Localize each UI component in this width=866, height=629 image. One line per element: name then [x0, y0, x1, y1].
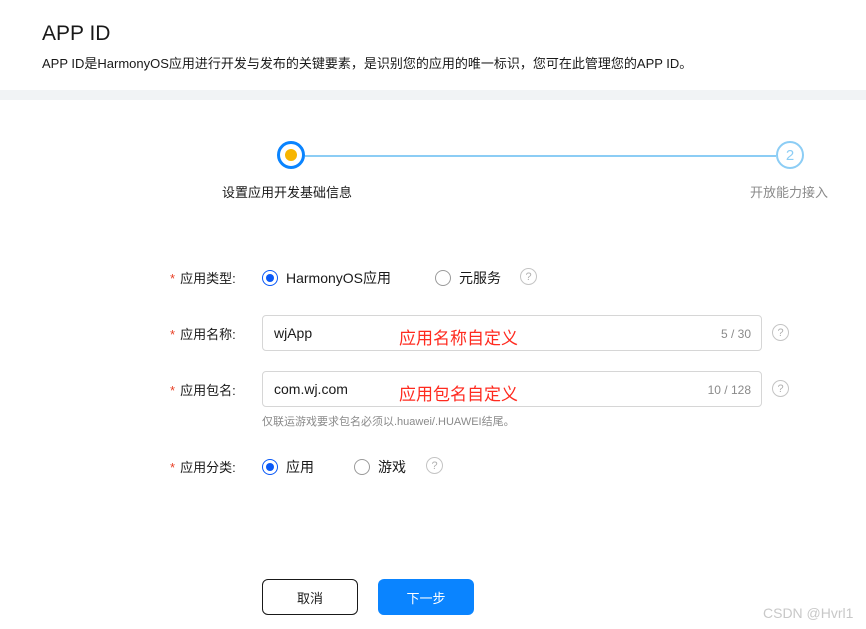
radio-unchecked-icon [435, 270, 451, 286]
question-mark-icon[interactable]: ? [772, 380, 789, 397]
radio-checked-icon [262, 270, 278, 286]
package-name-value: com.wj.com [274, 381, 348, 397]
app-type-harmonyos-radio[interactable]: HarmonyOS应用 [262, 268, 391, 288]
required-mark: * [170, 327, 176, 342]
step-1-label: 设置应用开发基础信息 [222, 185, 353, 200]
step-current-dot [285, 149, 297, 161]
page-description: APP ID是HarmonyOS应用进行开发与发布的关键要素，是识别您的应用的唯… [42, 56, 693, 71]
app-type-harmonyos-label: HarmonyOS应用 [286, 270, 392, 286]
app-name-label-text: 应用名称: [180, 327, 236, 342]
app-category-app-label: 应用 [286, 459, 314, 475]
app-name-value: wjApp [274, 325, 313, 341]
package-name-label: * 应用包名: [170, 380, 236, 399]
package-name-annotation: 应用包名自定义 [399, 385, 518, 404]
page-title: APP ID [42, 22, 111, 45]
package-name-char-counter: 10 / 128 [707, 383, 751, 397]
app-name-char-counter: 5 / 30 [720, 327, 751, 341]
step-connector-line [305, 155, 776, 157]
app-type-label: * 应用类型: [170, 268, 236, 287]
app-type-atomic-service-radio[interactable]: 元服务 [435, 268, 501, 288]
step-2-indicator: 2 [776, 141, 804, 169]
app-category-label: * 应用分类: [170, 457, 236, 476]
package-name-input[interactable]: com.wj.com 应用包名自定义 10 / 128 [262, 371, 762, 407]
app-name-annotation: 应用名称自定义 [399, 329, 518, 348]
form-card [0, 100, 866, 629]
app-category-game-label: 游戏 [378, 459, 406, 475]
required-mark: * [170, 271, 176, 286]
app-category-label-text: 应用分类: [180, 460, 236, 475]
required-mark: * [170, 460, 176, 475]
app-category-app-radio[interactable]: 应用 [262, 457, 314, 477]
watermark: CSDN @Hvrl1 [763, 605, 854, 621]
required-mark: * [170, 383, 176, 398]
app-type-label-text: 应用类型: [180, 271, 236, 286]
app-type-atomic-service-label: 元服务 [459, 270, 501, 286]
package-name-label-text: 应用包名: [180, 383, 236, 398]
step-2-number: 2 [785, 146, 795, 164]
cancel-button[interactable]: 取消 [262, 579, 358, 615]
question-mark-icon[interactable]: ? [520, 268, 537, 285]
radio-checked-icon [262, 459, 278, 475]
package-name-hint: 仅联运游戏要求包名必须以.huawei/.HUAWEI结尾。 [262, 416, 515, 428]
step-1-indicator [277, 141, 305, 169]
app-category-game-radio[interactable]: 游戏 [354, 457, 406, 477]
question-mark-icon[interactable]: ? [426, 457, 443, 474]
next-step-button[interactable]: 下一步 [378, 579, 474, 615]
radio-unchecked-icon [354, 459, 370, 475]
step-2-label: 开放能力接入 [750, 185, 829, 200]
app-name-label: * 应用名称: [170, 324, 236, 343]
app-name-input[interactable]: wjApp 应用名称自定义 5 / 30 [262, 315, 762, 351]
page-header: APP ID APP ID是HarmonyOS应用进行开发与发布的关键要素，是识… [0, 0, 866, 90]
question-mark-icon[interactable]: ? [772, 324, 789, 341]
